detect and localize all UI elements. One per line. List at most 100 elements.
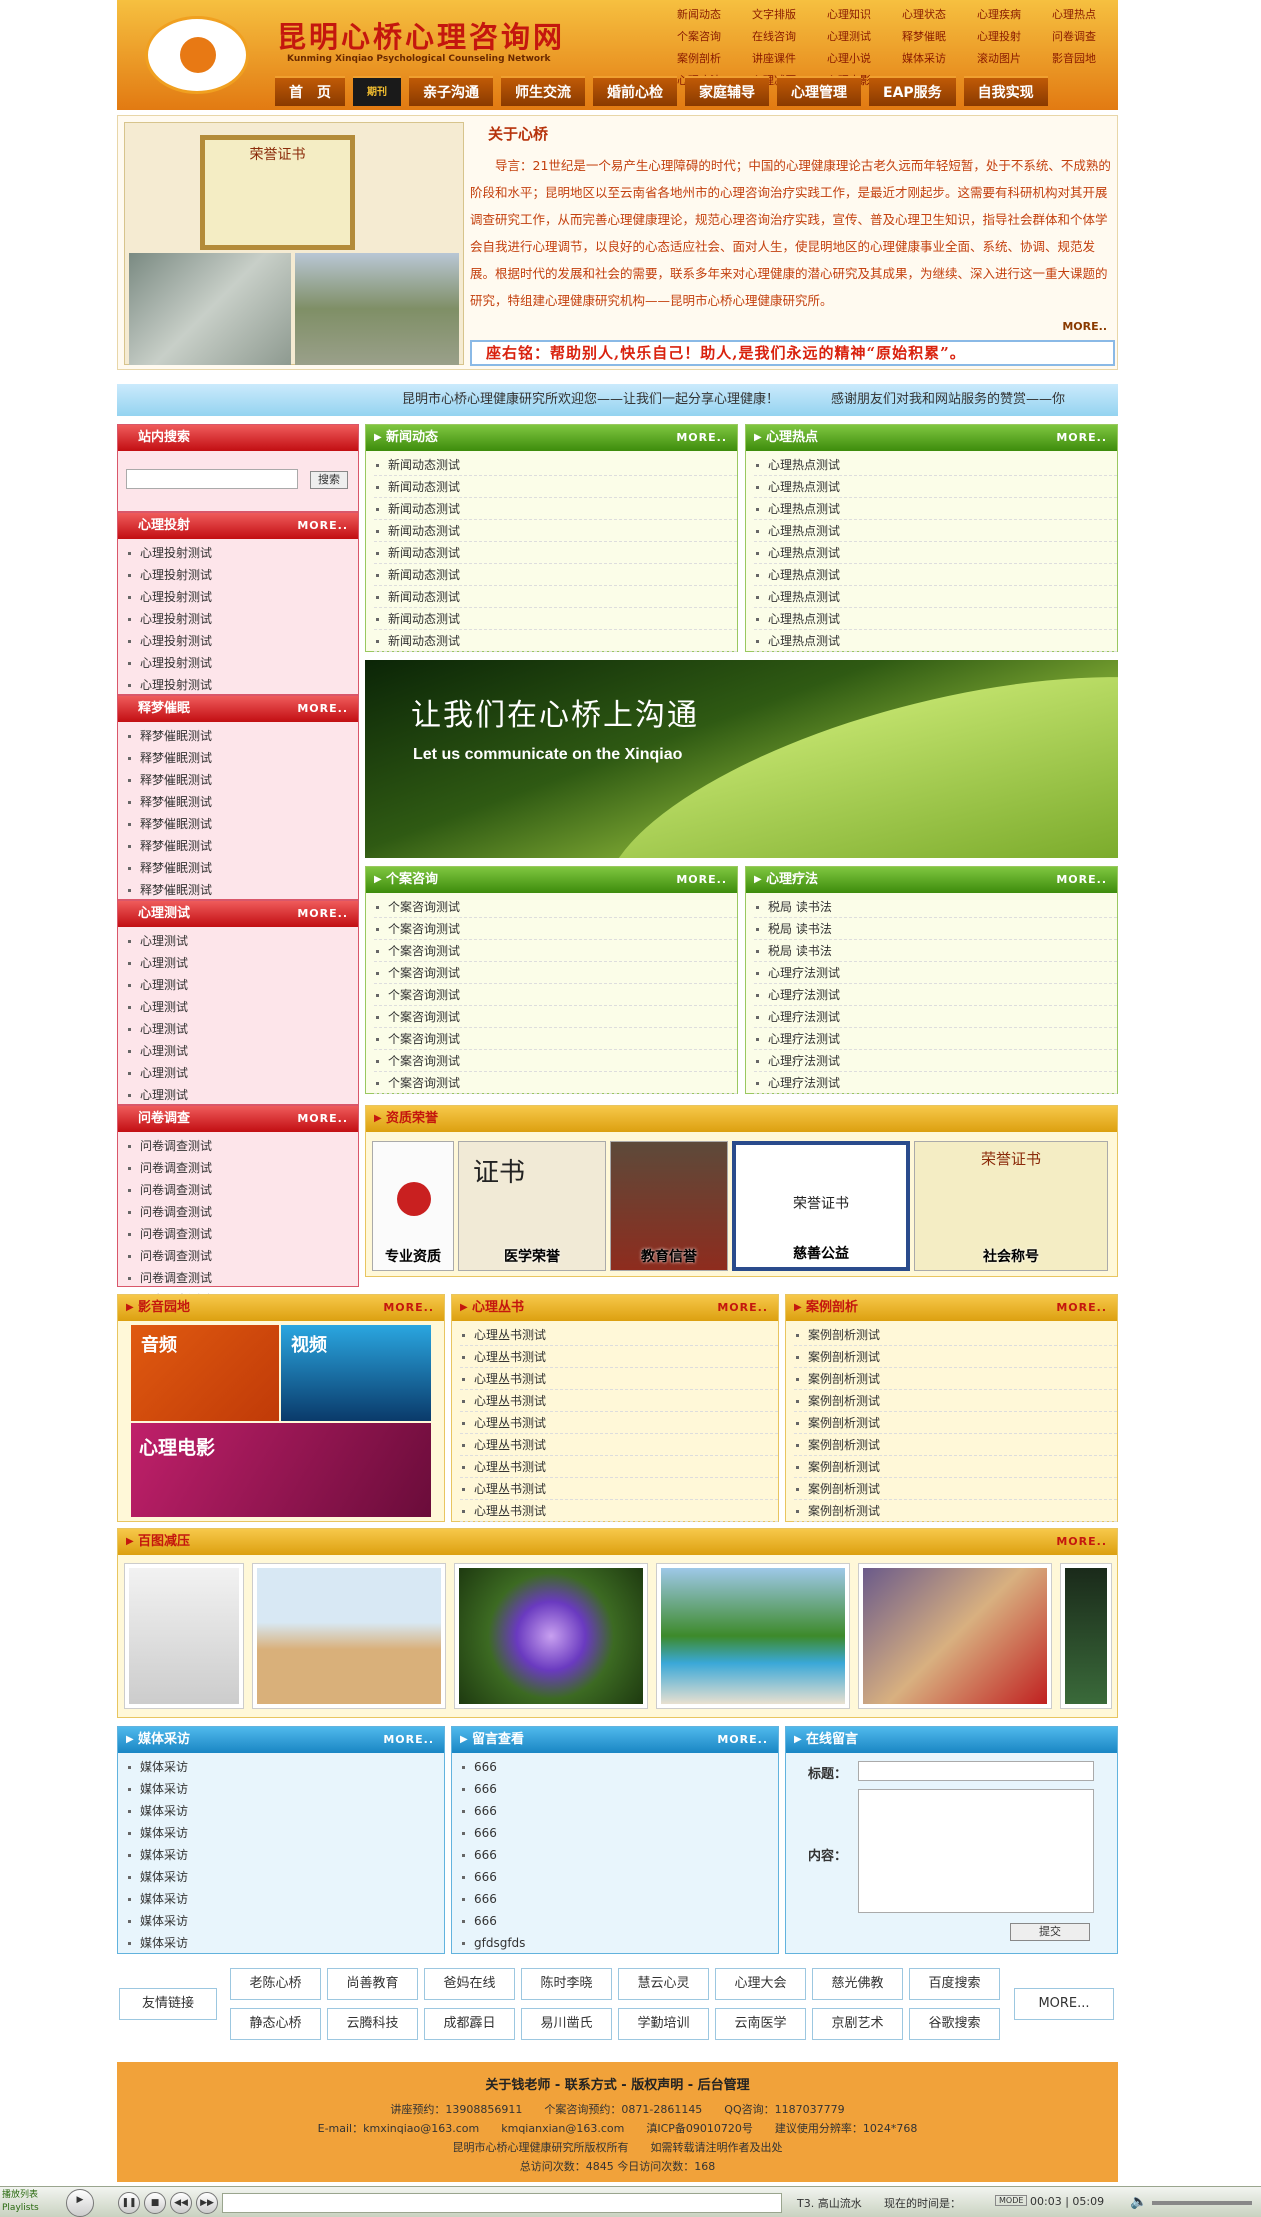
friend-link[interactable]: 成都霹日 <box>424 2008 515 2040</box>
top-link[interactable]: 心理测试 <box>827 28 892 44</box>
list-item[interactable]: 释梦催眠测试 <box>126 879 358 901</box>
list-item[interactable]: 666 <box>460 1866 778 1888</box>
pictures-more-link[interactable]: MORE.. <box>1056 1529 1107 1555</box>
message-title-input[interactable] <box>858 1761 1094 1781</box>
friend-link[interactable]: 易川凿氏 <box>521 2008 612 2040</box>
list-item[interactable]: 心理热点测试 <box>754 542 1117 564</box>
list-item[interactable]: 个案咨询测试 <box>374 1028 737 1050</box>
list-item[interactable]: 个案咨询测试 <box>374 1072 737 1094</box>
list-item[interactable]: 心理测试 <box>126 1062 358 1084</box>
top-link[interactable]: 文字排版 <box>752 6 817 22</box>
list-item[interactable]: 新闻动态测试 <box>374 520 737 542</box>
list-item[interactable]: 案例剖析测试 <box>794 1434 1117 1456</box>
friend-link[interactable]: 京剧艺术 <box>812 2008 903 2040</box>
friend-link[interactable]: 百度搜索 <box>909 1968 1000 2000</box>
top-link[interactable]: 心理投射 <box>977 28 1042 44</box>
list-item[interactable]: 税局 读书法 <box>754 940 1117 962</box>
interview-more-link[interactable]: MORE.. <box>383 1727 434 1753</box>
media-more-link[interactable]: MORE.. <box>383 1295 434 1321</box>
footer-links[interactable]: 关于钱老师 - 联系方式 - 版权声明 - 后台管理 <box>117 2076 1118 2100</box>
list-item[interactable]: 媒体采访 <box>126 1888 444 1910</box>
list-item[interactable]: 心理投射测试 <box>126 586 358 608</box>
news-more-link[interactable]: MORE.. <box>676 425 727 451</box>
dream-hypnosis-more-link[interactable]: MORE.. <box>297 696 348 722</box>
top-link[interactable]: 心理小说 <box>827 50 892 66</box>
top-link[interactable]: 影音园地 <box>1052 50 1117 66</box>
list-item[interactable]: 心理热点测试 <box>754 454 1117 476</box>
list-item[interactable]: 媒体采访 <box>126 1844 444 1866</box>
nav-item[interactable]: 首 页 <box>275 76 345 106</box>
list-item[interactable]: 个案咨询测试 <box>374 1006 737 1028</box>
top-link[interactable]: 心理知识 <box>827 6 892 22</box>
analysis-more-link[interactable]: MORE.. <box>1056 1295 1107 1321</box>
list-item[interactable]: 案例剖析测试 <box>794 1412 1117 1434</box>
list-item[interactable]: 心理测试 <box>126 996 358 1018</box>
previous-icon[interactable]: ◀◀ <box>170 2192 192 2214</box>
list-item[interactable]: 案例剖析测试 <box>794 1500 1117 1522</box>
nav-item[interactable]: 心理管理 <box>777 76 861 106</box>
list-item[interactable]: 心理丛书测试 <box>460 1346 778 1368</box>
list-item[interactable]: 心理测试 <box>126 930 358 952</box>
list-item[interactable]: 问卷调查测试 <box>126 1157 358 1179</box>
volume-icon[interactable]: 🔈 <box>1130 2194 1147 2210</box>
submit-button[interactable]: 提交 <box>1010 1923 1090 1941</box>
honor-item[interactable]: 证书 医学荣誉 <box>458 1141 606 1271</box>
list-item[interactable]: 媒体采访 <box>126 1910 444 1932</box>
list-item[interactable]: 案例剖析测试 <box>794 1390 1117 1412</box>
search-input[interactable] <box>126 469 298 489</box>
friend-link[interactable]: 云南医学 <box>715 2008 806 2040</box>
list-item[interactable]: 案例剖析测试 <box>794 1456 1117 1478</box>
honor-item[interactable]: 荣誉证书 社会称号 <box>914 1141 1108 1271</box>
list-item[interactable]: 心理投射测试 <box>126 630 358 652</box>
list-item[interactable]: 媒体采访 <box>126 1866 444 1888</box>
list-item[interactable]: 心理热点测试 <box>754 630 1117 652</box>
progress-bar[interactable] <box>222 2193 782 2213</box>
top-link[interactable]: 个案咨询 <box>677 28 742 44</box>
list-item[interactable]: 心理热点测试 <box>754 476 1117 498</box>
list-item[interactable]: 释梦催眠测试 <box>126 791 358 813</box>
top-link[interactable]: 新闻动态 <box>677 6 742 22</box>
honor-item[interactable]: 专业资质 <box>372 1141 454 1271</box>
friend-link[interactable]: 谷歌搜索 <box>909 2008 1000 2040</box>
list-item[interactable]: 问卷调查测试 <box>126 1245 358 1267</box>
list-item[interactable]: 新闻动态测试 <box>374 586 737 608</box>
friend-link[interactable]: 云腾科技 <box>327 2008 418 2040</box>
guestbook-more-link[interactable]: MORE.. <box>717 1727 768 1753</box>
list-item[interactable]: 心理丛书测试 <box>460 1500 778 1522</box>
list-item[interactable]: 心理丛书测试 <box>460 1368 778 1390</box>
top-link[interactable]: 释梦催眠 <box>902 28 967 44</box>
list-item[interactable]: 心理疗法测试 <box>754 1072 1117 1094</box>
gallery-image[interactable] <box>454 1563 648 1709</box>
list-item[interactable]: 666 <box>460 1844 778 1866</box>
list-item[interactable]: 心理丛书测试 <box>460 1434 778 1456</box>
list-item[interactable]: 个案咨询测试 <box>374 940 737 962</box>
list-item[interactable]: 新闻动态测试 <box>374 498 737 520</box>
top-link[interactable]: 滚动图片 <box>977 50 1042 66</box>
list-item[interactable]: 心理投射测试 <box>126 674 358 696</box>
list-item[interactable]: 释梦催眠测试 <box>126 747 358 769</box>
list-item[interactable]: 媒体采访 <box>126 1778 444 1800</box>
psych-test-more-link[interactable]: MORE.. <box>297 901 348 927</box>
gallery-image[interactable] <box>1060 1563 1112 1709</box>
gallery-image[interactable] <box>252 1563 446 1709</box>
list-item[interactable]: 心理投射测试 <box>126 564 358 586</box>
hot-more-link[interactable]: MORE.. <box>1056 425 1107 451</box>
questionnaire-more-link[interactable]: MORE.. <box>297 1106 348 1132</box>
friend-link[interactable]: 慈光佛教 <box>812 1968 903 2000</box>
nav-item[interactable]: 期刊 <box>353 76 401 106</box>
list-item[interactable]: 媒体采访 <box>126 1932 444 1954</box>
top-link[interactable]: 案例剖析 <box>677 50 742 66</box>
list-item[interactable]: 案例剖析测试 <box>794 1346 1117 1368</box>
list-item[interactable]: 媒体采访 <box>126 1822 444 1844</box>
nav-item[interactable]: EAP服务 <box>869 76 956 106</box>
list-item[interactable]: 新闻动态测试 <box>374 608 737 630</box>
friend-link[interactable]: 心理大会 <box>715 1968 806 2000</box>
list-item[interactable]: 新闻动态测试 <box>374 630 737 652</box>
top-link[interactable]: 在线咨询 <box>752 28 817 44</box>
about-more-link[interactable]: MORE.. <box>1062 320 1107 333</box>
stop-icon[interactable]: ■ <box>144 2192 166 2214</box>
nav-item[interactable]: 亲子沟通 <box>409 76 493 106</box>
list-item[interactable]: 释梦催眠测试 <box>126 857 358 879</box>
list-item[interactable]: 心理丛书测试 <box>460 1324 778 1346</box>
list-item[interactable]: 心理测试 <box>126 974 358 996</box>
